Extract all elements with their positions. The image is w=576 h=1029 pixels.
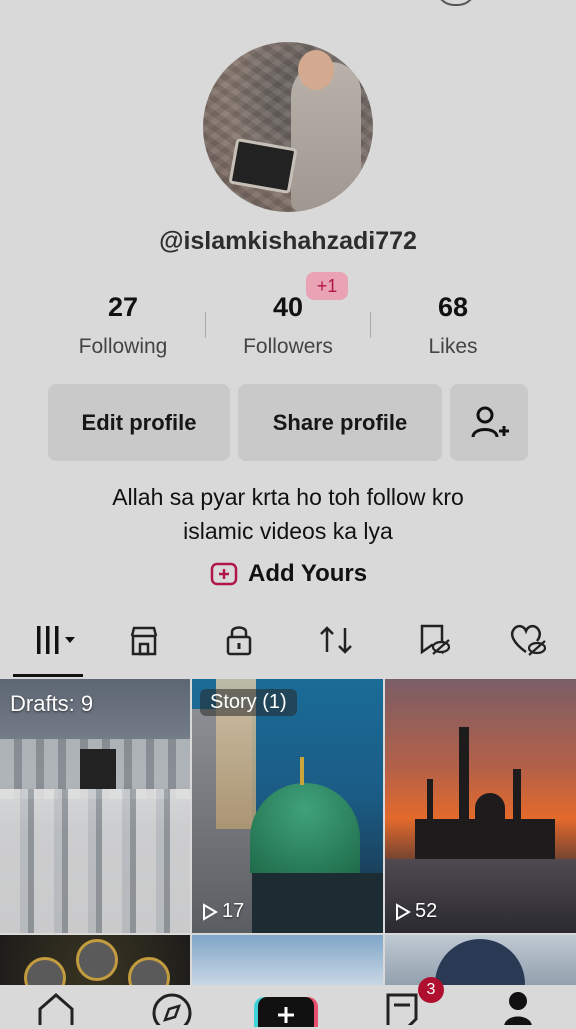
story-tile[interactable]: Story (1) 17 <box>192 679 383 933</box>
tab-liked[interactable] <box>500 612 556 668</box>
add-user-icon <box>471 406 509 437</box>
nav-create[interactable] <box>254 987 322 1027</box>
inbox-badge: 3 <box>418 977 444 1003</box>
add-yours-icon <box>210 562 238 586</box>
story-label: Story (1) <box>200 689 297 716</box>
profile-icon <box>504 992 532 1025</box>
shop-icon <box>130 626 158 656</box>
nav-home[interactable] <box>26 987 86 1027</box>
status-indicator <box>436 0 476 6</box>
hidden-bookmark-icon <box>420 624 451 655</box>
followers-stat[interactable]: 40 Followers <box>206 292 370 359</box>
tab-reposts[interactable] <box>308 612 364 668</box>
likes-stat[interactable]: 68 Likes <box>371 292 535 359</box>
video-tile[interactable]: 52 <box>385 679 576 933</box>
active-tab-indicator <box>13 674 83 677</box>
following-count: 27 <box>107 292 139 322</box>
tab-private[interactable] <box>211 612 267 668</box>
followers-count: 40 <box>272 292 304 322</box>
grid-icon <box>37 626 75 654</box>
tab-videos-grid[interactable] <box>20 612 90 668</box>
tab-favorites[interactable] <box>405 612 461 668</box>
add-friend-button[interactable] <box>450 384 528 461</box>
username: @islamkishahzadi772 <box>159 227 417 255</box>
video-play-count: 52 <box>415 900 438 922</box>
bio-line-2: islamic videos ka lya <box>183 518 393 544</box>
likes-label: Likes <box>428 335 478 358</box>
story-plays: 17 <box>202 900 244 923</box>
bio-line-1: Allah sa pyar krta ho toh follow kro <box>112 484 464 510</box>
lock-icon <box>226 626 252 656</box>
followers-label: Followers <box>243 335 333 358</box>
drafts-tile[interactable]: Drafts: 9 <box>0 679 190 933</box>
edit-profile-button[interactable]: Edit profile <box>48 384 230 461</box>
create-plus-icon <box>254 997 318 1027</box>
story-play-count: 17 <box>222 900 245 922</box>
add-yours-button[interactable]: Add Yours <box>210 558 367 590</box>
home-icon <box>38 993 74 1025</box>
bio: Allah sa pyar krta ho toh follow kro isl… <box>0 480 576 548</box>
likes-count: 68 <box>437 292 469 322</box>
profile-stats: 27 Following 40 Followers 68 Likes <box>41 292 535 372</box>
avatar[interactable] <box>203 42 373 212</box>
video-plays: 52 <box>395 900 437 923</box>
compass-icon <box>152 993 192 1025</box>
drafts-label: Drafts: 9 <box>10 691 94 716</box>
share-profile-button[interactable]: Share profile <box>238 384 442 461</box>
play-icon <box>203 902 218 921</box>
tab-shop[interactable] <box>116 612 172 668</box>
add-yours-label: Add Yours <box>248 560 368 587</box>
play-icon <box>396 902 411 921</box>
video-grid: Drafts: 9 Story (1) 17 52 <box>0 679 576 1029</box>
profile-tabs <box>0 612 576 678</box>
nav-profile[interactable] <box>488 987 548 1027</box>
nav-discover[interactable] <box>142 987 202 1027</box>
hidden-heart-icon <box>510 624 547 656</box>
bottom-nav: 3 <box>0 977 576 1027</box>
repost-icon <box>320 626 352 654</box>
following-stat[interactable]: 27 Following <box>41 292 205 359</box>
following-label: Following <box>78 335 168 358</box>
